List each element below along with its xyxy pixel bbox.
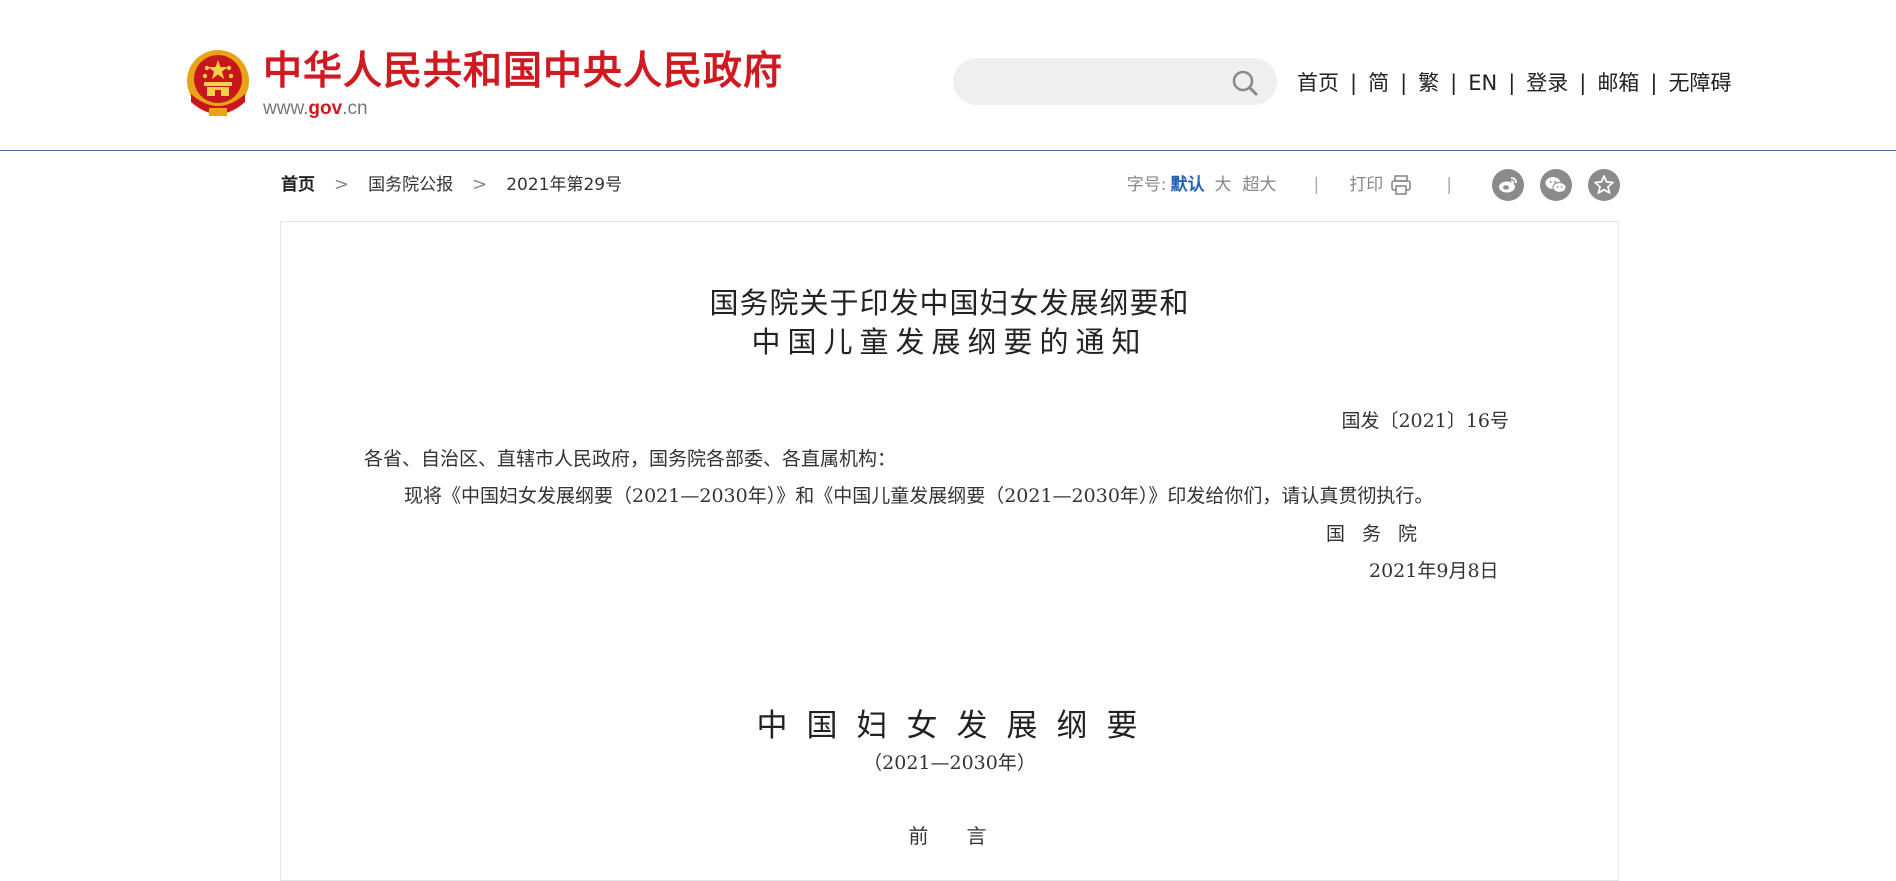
search-box: [953, 58, 1277, 105]
nav-separator: |: [1650, 71, 1658, 95]
article-title: 国务院关于印发中国妇女发展纲要和 中国儿童发展纲要的通知: [281, 284, 1618, 362]
favorite-icon: [1594, 175, 1614, 194]
nav-english[interactable]: EN: [1468, 68, 1497, 98]
wechat-icon: [1545, 177, 1567, 193]
font-size-default[interactable]: 默认: [1171, 170, 1205, 200]
nav-mailbox[interactable]: 邮箱: [1597, 68, 1639, 98]
site-url-suffix: .cn: [342, 98, 368, 119]
breadcrumb-gazette[interactable]: 国务院公报: [368, 170, 453, 200]
outline-period: （2021—2030年）: [863, 752, 1036, 774]
search-input[interactable]: [975, 66, 1219, 98]
print-label: 打印: [1349, 175, 1384, 195]
document-number: 国发〔2021〕16号: [1341, 410, 1509, 432]
article-title-line1: 国务院关于印发中国妇女发展纲要和: [709, 286, 1190, 320]
addressee: 各省、自治区、直辖市人民政府，国务院各部委、各直属机构：: [364, 448, 897, 470]
weibo-icon: [1499, 177, 1517, 193]
issuer: 国务院: [1326, 523, 1435, 545]
font-size-label: 字号:: [1126, 175, 1167, 195]
nav-traditional[interactable]: 繁: [1418, 68, 1439, 98]
site-title: 中华人民共和国中央人民政府: [263, 49, 784, 94]
nav-separator: |: [1400, 71, 1408, 95]
weibo-share-button[interactable]: [1492, 169, 1524, 201]
article-content: 国务院关于印发中国妇女发展纲要和 中国儿童发展纲要的通知 国发〔2021〕16号…: [280, 221, 1619, 881]
nav-separator: |: [1508, 71, 1516, 95]
breadcrumb-toolbar: 首页 > 国务院公报 > 2021年第29号 字号: 默认 大 超大 | 打印 …: [280, 169, 1620, 201]
breadcrumb: 首页 > 国务院公报 > 2021年第29号: [281, 170, 622, 200]
font-size-large[interactable]: 大: [1215, 170, 1232, 200]
national-emblem-icon: [187, 50, 249, 116]
chevron-right-icon: >: [472, 174, 488, 195]
site-url: www.gov.cn: [263, 98, 783, 120]
article-tools: 字号: 默认 大 超大 | 打印 |: [1126, 169, 1620, 201]
outline-title: 中国妇女发展纲要: [756, 708, 1157, 744]
tools-separator: |: [1446, 175, 1452, 195]
print-button[interactable]: 打印: [1349, 170, 1412, 200]
site-url-prefix: www.: [263, 98, 309, 119]
issue-date: 2021年9月8日: [1369, 560, 1499, 582]
chevron-right-icon: >: [334, 174, 350, 195]
search-icon[interactable]: [1231, 69, 1259, 97]
favorite-share-button[interactable]: [1588, 169, 1620, 201]
nav-login[interactable]: 登录: [1526, 68, 1568, 98]
wechat-share-button[interactable]: [1540, 169, 1572, 201]
breadcrumb-home[interactable]: 首页: [281, 170, 315, 200]
nav-separator: |: [1350, 71, 1358, 95]
nav-separator: |: [1450, 71, 1458, 95]
top-nav: 首页 | 简 | 繁 | EN | 登录 | 邮箱 | 无障碍: [1297, 68, 1731, 98]
nav-separator: |: [1579, 71, 1587, 95]
site-header: 中华人民共和国中央人民政府 www.gov.cn 首页 | 简 | 繁 | EN…: [0, 0, 1896, 151]
tools-separator: |: [1313, 175, 1320, 195]
site-url-domain: gov: [308, 98, 343, 119]
logo-text: 中华人民共和国中央人民政府 www.gov.cn: [263, 48, 783, 120]
font-size-xlarge[interactable]: 超大: [1243, 170, 1277, 200]
preface-heading: 前言: [908, 824, 1025, 848]
nav-accessibility[interactable]: 无障碍: [1668, 68, 1731, 98]
breadcrumb-issue[interactable]: 2021年第29号: [506, 170, 622, 200]
nav-home[interactable]: 首页: [1297, 68, 1339, 98]
site-logo[interactable]: 中华人民共和国中央人民政府 www.gov.cn: [185, 48, 783, 120]
printer-icon: [1391, 175, 1412, 195]
article-title-line2: 中国儿童发展纲要的通知: [751, 325, 1148, 359]
article-body: 现将《中国妇女发展纲要（2021—2030年）》和《中国儿童发展纲要（2021—…: [404, 485, 1434, 507]
nav-simplified[interactable]: 简: [1368, 68, 1389, 98]
